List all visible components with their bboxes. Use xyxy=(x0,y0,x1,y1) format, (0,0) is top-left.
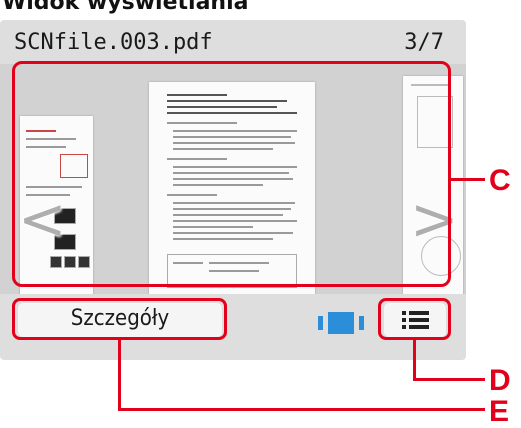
figure-heading: Widok wyświetlania xyxy=(2,0,249,15)
callout-line-d-vertical xyxy=(413,340,416,380)
callout-label-e: E xyxy=(489,395,510,428)
single-page-view-icon[interactable] xyxy=(318,312,370,334)
callout-frame-e xyxy=(12,298,227,340)
callout-label-c: C xyxy=(489,164,511,197)
file-name: SCNfile.003.pdf xyxy=(14,30,213,55)
callout-line-d xyxy=(413,378,485,381)
callout-frame-d xyxy=(378,298,451,340)
callout-label-d: D xyxy=(489,364,511,397)
page-counter: 3/7 xyxy=(404,30,444,55)
callout-line-c xyxy=(451,178,485,181)
callout-line-e xyxy=(118,408,485,411)
callout-line-e-vertical xyxy=(118,340,121,410)
callout-frame-c xyxy=(12,61,451,287)
